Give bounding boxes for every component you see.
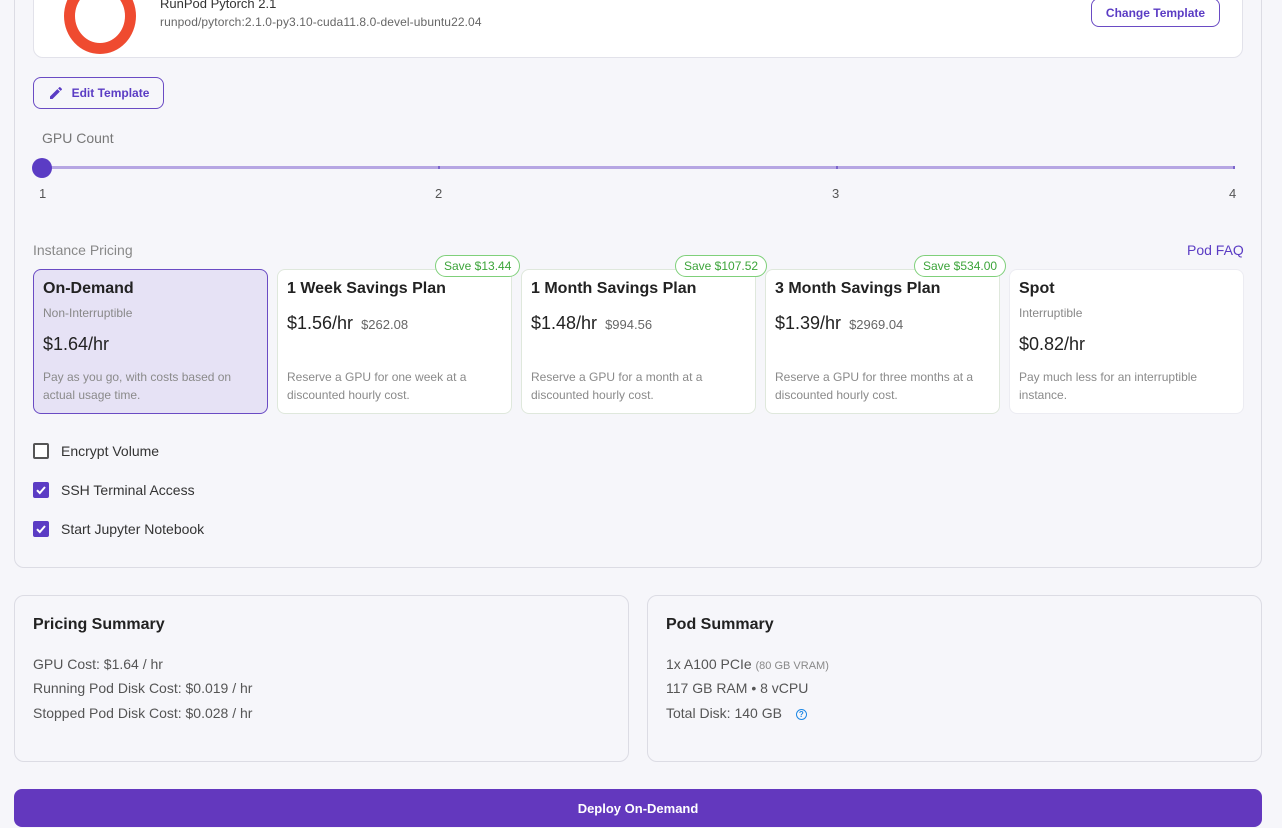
encrypt-volume-option[interactable]: Encrypt Volume (33, 443, 159, 459)
slider-tick (1233, 166, 1235, 169)
checkmark-icon (36, 525, 46, 534)
gpu-cost: GPU Cost: $1.64 / hr (33, 656, 163, 672)
slider-mark-3: 3 (832, 186, 840, 201)
plan-card-spot[interactable]: Spot Interruptible $0.82/hr Pay much les… (1009, 269, 1244, 414)
plan-card-1-week[interactable]: 1 Week Savings Plan $1.56/hr $262.08 Res… (277, 269, 512, 414)
ram-cpu-spec: 117 GB RAM • 8 vCPU (666, 680, 809, 696)
plan-description: Reserve a GPU for three months at a disc… (775, 370, 974, 402)
save-badge: Save $107.52 (675, 255, 768, 277)
plan-total: $2969.04 (849, 317, 904, 332)
question-circle-icon[interactable]: ? (795, 709, 807, 720)
gpu-vram: (80 GB VRAM) (755, 660, 829, 672)
plan-description: Reserve a GPU for one week at a discount… (287, 370, 467, 402)
save-badge: Save $13.44 (435, 255, 521, 277)
plan-title: Spot (1019, 280, 1055, 297)
plan-total: $262.08 (361, 317, 409, 332)
pod-summary-card: Pod Summary 1x A100 PCIe (80 GB VRAM) 11… (647, 595, 1262, 762)
plan-card-3-month[interactable]: 3 Month Savings Plan $1.39/hr $2969.04 R… (765, 269, 1000, 414)
plan-title: 1 Week Savings Plan (287, 280, 446, 297)
plan-description: Pay much less for an interruptible insta… (1019, 370, 1198, 402)
plan-price: $1.48/hr (531, 313, 598, 333)
running-disk-cost: Running Pod Disk Cost: $0.019 / hr (33, 680, 253, 696)
encrypt-volume-checkbox[interactable] (33, 443, 49, 459)
option-label: Start Jupyter Notebook (61, 521, 205, 537)
instance-pricing-label: Instance Pricing (33, 242, 133, 258)
option-label: Encrypt Volume (61, 443, 160, 459)
gpu-model: 1x A100 PCIe (666, 656, 752, 672)
plan-title: 1 Month Savings Plan (531, 280, 697, 297)
slider-mark-1: 1 (39, 186, 47, 201)
plan-card-on-demand[interactable]: On-Demand Non-Interruptible $1.64/hr Pay… (33, 269, 268, 414)
checkmark-icon (36, 486, 46, 495)
ssh-terminal-option[interactable]: SSH Terminal Access (33, 482, 195, 498)
slider-mark-2: 2 (435, 186, 443, 201)
total-disk: Total Disk: 140 GB (666, 705, 782, 721)
plan-description: Pay as you go, with costs based on actua… (43, 370, 232, 402)
disk-spec: Total Disk: 140 GB ? (666, 705, 807, 721)
change-template-button[interactable]: Change Template (1091, 0, 1220, 27)
slider-tick (438, 166, 440, 169)
gpu-spec: 1x A100 PCIe (80 GB VRAM) (666, 656, 829, 672)
plan-price: $1.64/hr (43, 334, 110, 354)
ssh-terminal-checkbox[interactable] (33, 482, 49, 498)
plan-total: $994.56 (605, 317, 653, 332)
stopped-disk-cost: Stopped Pod Disk Cost: $0.028 / hr (33, 705, 253, 721)
plan-title: On-Demand (43, 280, 134, 297)
jupyter-notebook-option[interactable]: Start Jupyter Notebook (33, 521, 204, 537)
template-image: runpod/pytorch:2.1.0-py3.10-cuda11.8.0-d… (160, 15, 482, 29)
plan-title: 3 Month Savings Plan (775, 280, 941, 297)
edit-template-label: Edit Template (71, 86, 150, 100)
gpu-count-label: GPU Count (42, 130, 114, 146)
template-name: RunPod Pytorch 2.1 (160, 0, 277, 11)
gpu-count-slider[interactable] (42, 166, 1234, 169)
option-label: SSH Terminal Access (61, 482, 195, 498)
plan-price: $0.82/hr (1019, 334, 1086, 354)
plan-subtitle: Non-Interruptible (43, 306, 133, 320)
pricing-summary-card: Pricing Summary GPU Cost: $1.64 / hr Run… (14, 595, 629, 762)
slider-tick (836, 166, 838, 169)
pencil-icon (49, 86, 62, 99)
gpu-count-slider-thumb[interactable] (32, 158, 52, 178)
pod-summary-title: Pod Summary (666, 616, 774, 633)
plan-card-1-month[interactable]: 1 Month Savings Plan $1.48/hr $994.56 Re… (521, 269, 756, 414)
plan-description: Reserve a GPU for a month at a discounte… (531, 370, 703, 402)
pod-faq-link[interactable]: Pod FAQ (1187, 242, 1244, 258)
jupyter-notebook-checkbox[interactable] (33, 521, 49, 537)
deploy-button[interactable]: Deploy On-Demand (14, 789, 1262, 827)
plan-price: $1.56/hr (287, 313, 354, 333)
plan-price: $1.39/hr (775, 313, 842, 333)
slider-mark-4: 4 (1229, 186, 1237, 201)
plan-subtitle: Interruptible (1019, 306, 1083, 320)
pricing-summary-title: Pricing Summary (33, 616, 165, 633)
edit-template-button[interactable]: Edit Template (33, 77, 164, 109)
save-badge: Save $534.00 (914, 255, 1007, 277)
